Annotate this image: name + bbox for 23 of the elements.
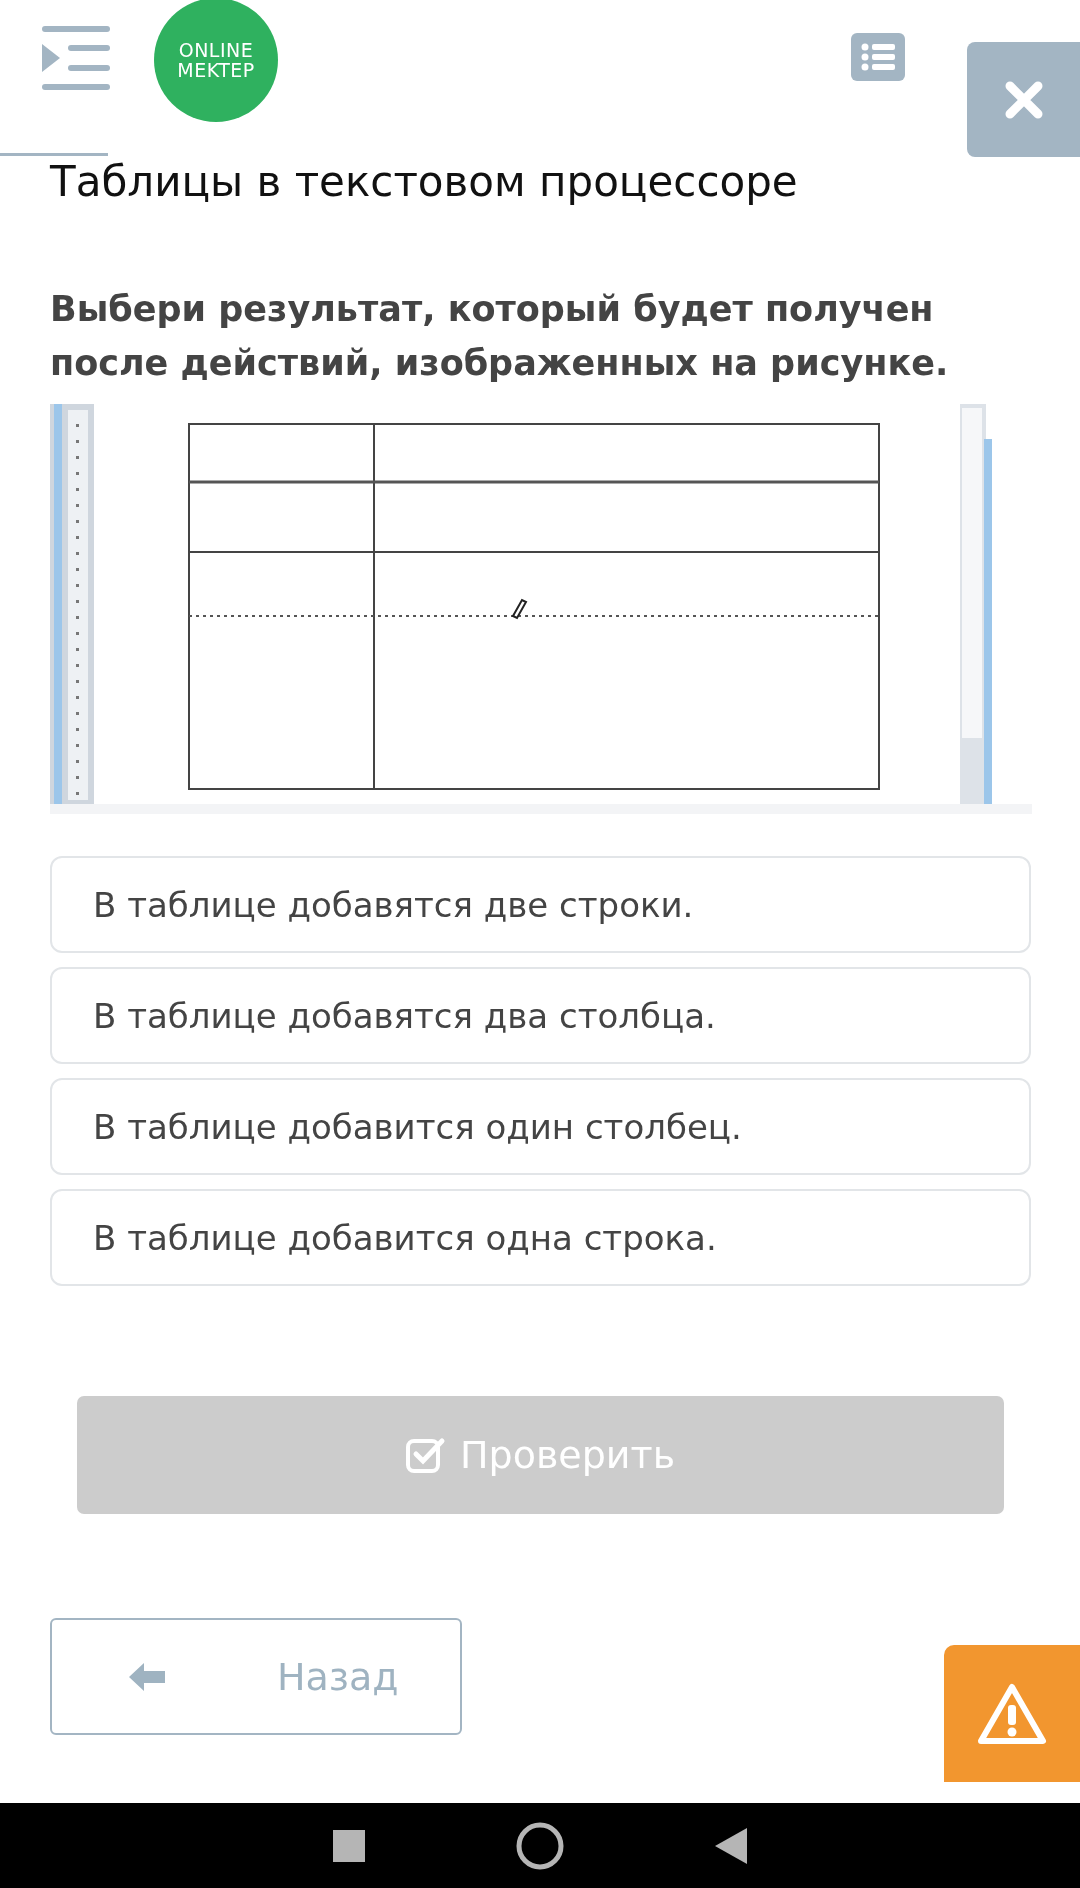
logo-text: MEKTEP	[177, 60, 255, 80]
warning-icon	[977, 1682, 1047, 1745]
close-icon	[1004, 80, 1043, 119]
checkbox-icon	[405, 1436, 446, 1474]
answer-option[interactable]: В таблице добавится один столбец.	[50, 1078, 1031, 1175]
menu-icon	[42, 26, 112, 92]
circle-icon	[515, 1820, 565, 1871]
list-icon	[861, 43, 895, 71]
contents-button[interactable]	[851, 33, 905, 81]
lesson-title: Таблицы в текстовом процессоре	[50, 156, 799, 208]
home-button[interactable]	[515, 1820, 565, 1871]
answer-option[interactable]: В таблице добавятся две строки.	[50, 856, 1031, 953]
question-text: Выбери результат, который будет получен после действий, изображенных на рисунке.	[50, 288, 950, 385]
answer-option[interactable]: В таблице добавятся два столбца.	[50, 967, 1031, 1064]
answer-option[interactable]: В таблице добавится одна строка.	[50, 1189, 1031, 1286]
back-nav-button[interactable]	[715, 1827, 747, 1864]
close-button[interactable]	[967, 42, 1080, 157]
recents-button[interactable]	[333, 1829, 365, 1862]
triangle-icon	[715, 1827, 747, 1864]
menu-button[interactable]	[42, 26, 112, 92]
report-button[interactable]	[944, 1645, 1080, 1782]
logo-text: ONLINE	[178, 40, 254, 60]
square-icon	[333, 1829, 365, 1862]
